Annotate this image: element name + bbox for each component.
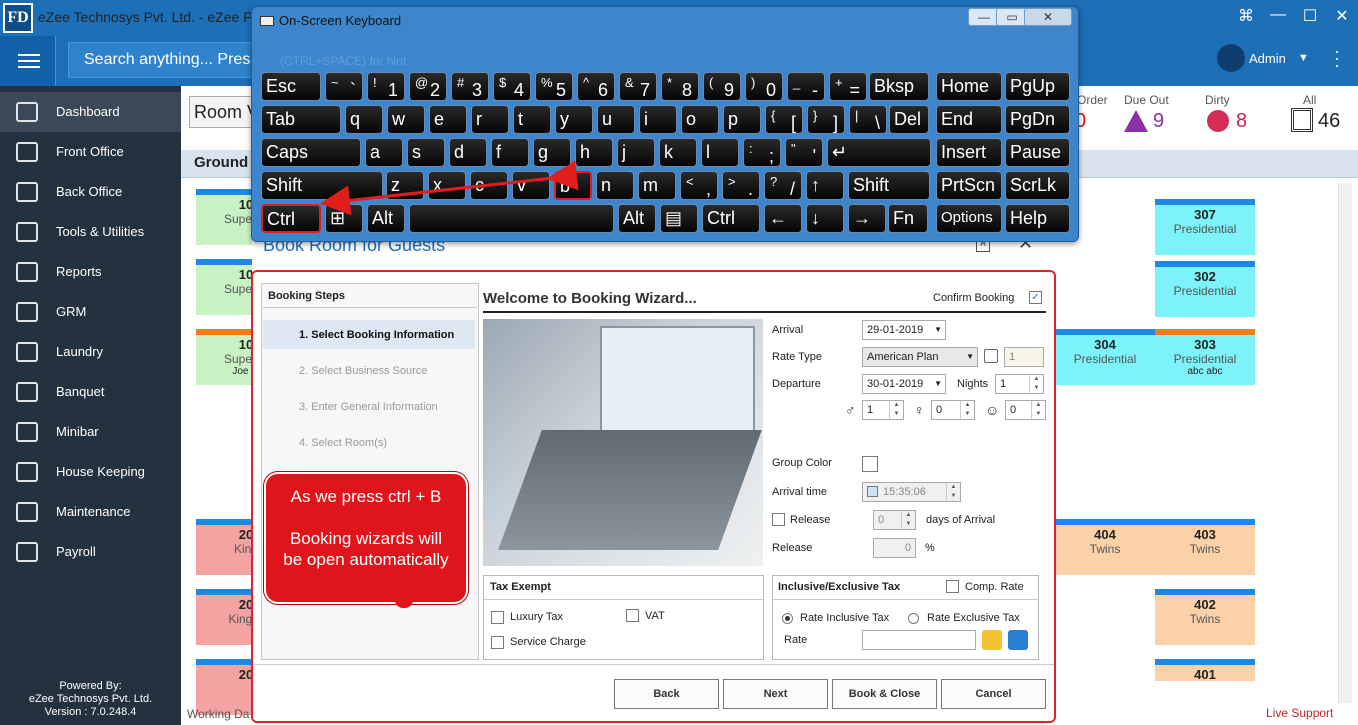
arrow-line xyxy=(320,160,579,216)
annotation-arrow xyxy=(320,160,579,216)
